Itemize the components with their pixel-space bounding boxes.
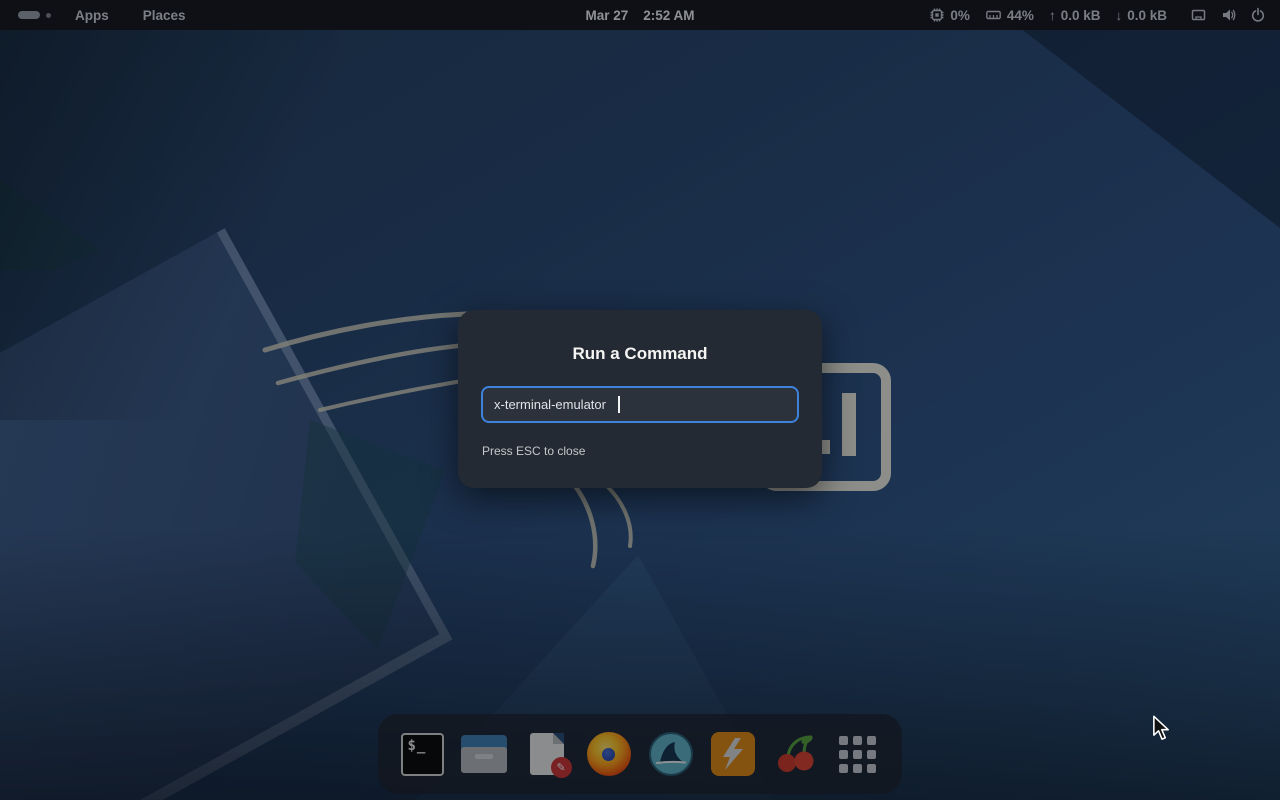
command-input-value: x-terminal-emulator — [494, 397, 606, 412]
dialog-title: Run a Command — [572, 344, 708, 363]
text-caret — [617, 396, 620, 413]
run-command-dialog: Run a Command x-terminal-emulator Press … — [458, 310, 822, 488]
mouse-cursor — [1153, 715, 1169, 740]
command-input[interactable]: x-terminal-emulator — [481, 386, 799, 423]
dialog-hint: Press ESC to close — [482, 444, 586, 458]
desktop: Apps Places Mar 27 2:52 AM 0% 44% ↑ 0.0 … — [0, 0, 1280, 800]
